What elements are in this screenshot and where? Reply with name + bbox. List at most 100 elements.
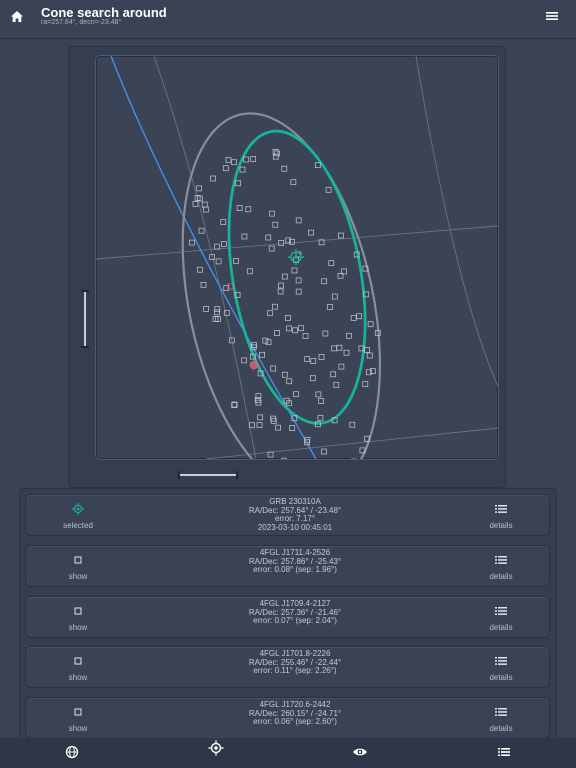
sky-view[interactable] — [96, 56, 498, 459]
catalog-source-marker[interactable] — [286, 378, 293, 385]
catalog-source-marker[interactable] — [235, 180, 241, 187]
catalog-source-marker[interactable] — [256, 422, 263, 428]
home-icon[interactable] — [8, 8, 26, 26]
catalog-source-marker[interactable] — [214, 306, 221, 312]
catalog-source-marker[interactable] — [333, 382, 340, 388]
catalog-source-marker[interactable] — [310, 358, 317, 364]
catalog-source-marker[interactable] — [281, 371, 288, 378]
catalog-source-marker[interactable] — [285, 315, 291, 321]
zoom-vertical-slider[interactable] — [78, 289, 92, 349]
catalog-source-marker[interactable] — [343, 349, 350, 356]
catalog-source-marker[interactable] — [278, 282, 284, 289]
target-icon[interactable] — [208, 740, 224, 756]
catalog-source-marker[interactable] — [215, 258, 222, 265]
details-button[interactable]: details — [453, 546, 549, 586]
show-source-button[interactable]: show — [26, 647, 130, 687]
catalog-source-marker[interactable] — [268, 245, 275, 252]
show-source-button[interactable]: show — [26, 698, 130, 738]
catalog-source-marker[interactable] — [272, 148, 279, 155]
catalog-source-marker[interactable] — [356, 313, 362, 320]
catalog-source-marker[interactable] — [274, 330, 280, 336]
catalog-source-marker[interactable] — [292, 327, 298, 334]
catalog-source-marker[interactable] — [328, 260, 335, 266]
catalog-source-marker[interactable] — [275, 424, 281, 431]
catalog-source-marker[interactable] — [322, 330, 329, 337]
horizontal-slider[interactable] — [177, 469, 239, 481]
catalog-source-marker[interactable] — [331, 293, 338, 300]
catalog-source-marker[interactable] — [272, 303, 278, 310]
details-button[interactable]: details — [453, 647, 549, 687]
catalog-source-marker[interactable] — [290, 179, 297, 186]
catalog-source-marker[interactable] — [309, 375, 316, 382]
catalog-source-marker[interactable] — [346, 332, 352, 339]
catalog-source-marker[interactable] — [274, 150, 280, 157]
catalog-source-marker[interactable] — [295, 288, 302, 295]
catalog-source-marker[interactable] — [277, 288, 284, 295]
catalog-source-marker[interactable] — [210, 175, 216, 182]
catalog-source-marker[interactable] — [267, 451, 274, 458]
catalog-source-marker[interactable] — [262, 337, 269, 344]
catalog-source-marker[interactable] — [295, 277, 302, 284]
catalog-source-marker[interactable] — [201, 201, 208, 208]
catalog-source-marker[interactable] — [267, 310, 273, 317]
catalog-source-marker[interactable] — [302, 333, 309, 339]
catalog-source-marker[interactable] — [338, 363, 345, 370]
catalog-source-marker[interactable] — [321, 448, 327, 455]
catalog-source-marker[interactable] — [239, 166, 246, 173]
catalog-source-marker[interactable] — [272, 153, 279, 160]
catalog-source-marker[interactable] — [269, 210, 275, 217]
show-source-button[interactable]: show — [26, 546, 130, 586]
globe-icon[interactable] — [64, 744, 80, 760]
catalog-source-marker[interactable] — [198, 227, 205, 234]
catalog-source-marker[interactable] — [330, 371, 337, 378]
catalog-source-marker[interactable] — [225, 157, 232, 163]
catalog-source-marker[interactable] — [336, 344, 343, 351]
sky-map[interactable] — [96, 56, 498, 459]
catalog-source-marker[interactable] — [331, 345, 337, 352]
catalog-source-marker[interactable] — [203, 206, 209, 213]
source-list[interactable]: selected GRB 230310A RA/Dec: 257.64° / -… — [19, 488, 557, 748]
catalog-source-marker[interactable] — [318, 354, 325, 360]
catalog-source-marker[interactable] — [298, 325, 304, 332]
catalog-source-marker[interactable] — [259, 351, 265, 358]
catalog-source-marker[interactable] — [327, 304, 333, 310]
menu-icon[interactable] — [546, 10, 558, 22]
select-source-button[interactable]: selected — [26, 495, 130, 535]
catalog-source-marker[interactable] — [291, 267, 298, 274]
catalog-source-marker[interactable] — [265, 339, 272, 346]
catalog-source-marker[interactable] — [289, 238, 295, 245]
catalog-source-marker[interactable] — [362, 381, 369, 387]
catalog-source-marker[interactable] — [245, 206, 252, 213]
catalog-source-marker[interactable] — [241, 357, 248, 364]
catalog-source-marker[interactable] — [317, 414, 324, 421]
catalog-source-marker[interactable] — [315, 391, 322, 398]
catalog-source-marker[interactable] — [192, 201, 199, 207]
catalog-source-marker[interactable] — [289, 425, 296, 431]
catalog-source-marker[interactable] — [285, 237, 292, 244]
list-icon[interactable] — [496, 744, 512, 760]
catalog-source-marker[interactable] — [247, 268, 253, 275]
catalog-source-marker[interactable] — [286, 325, 292, 332]
catalog-source-marker[interactable] — [270, 365, 277, 372]
details-button[interactable]: details — [453, 698, 549, 738]
catalog-source-marker[interactable] — [250, 156, 257, 162]
catalog-source-marker[interactable] — [349, 421, 356, 428]
catalog-source-marker[interactable] — [321, 278, 328, 285]
catalog-source-marker[interactable] — [200, 281, 207, 288]
catalog-source-marker[interactable] — [281, 165, 288, 172]
catalog-source-marker[interactable] — [197, 266, 203, 273]
catalog-source-marker[interactable] — [350, 315, 357, 321]
catalog-source-marker[interactable] — [281, 457, 287, 459]
catalog-source-marker[interactable] — [367, 321, 374, 328]
catalog-source-marker[interactable] — [325, 186, 332, 193]
catalog-source-marker[interactable] — [272, 221, 279, 228]
catalog-source-marker[interactable] — [318, 398, 324, 404]
catalog-source-marker[interactable] — [214, 243, 220, 250]
catalog-source-marker[interactable] — [220, 219, 227, 225]
catalog-source-marker[interactable] — [189, 239, 195, 246]
catalog-source-marker[interactable] — [221, 241, 227, 247]
show-source-button[interactable]: show — [26, 597, 130, 637]
catalog-source-marker[interactable] — [241, 233, 248, 240]
catalog-source-marker[interactable] — [214, 309, 220, 316]
catalog-source-marker[interactable] — [314, 162, 321, 169]
